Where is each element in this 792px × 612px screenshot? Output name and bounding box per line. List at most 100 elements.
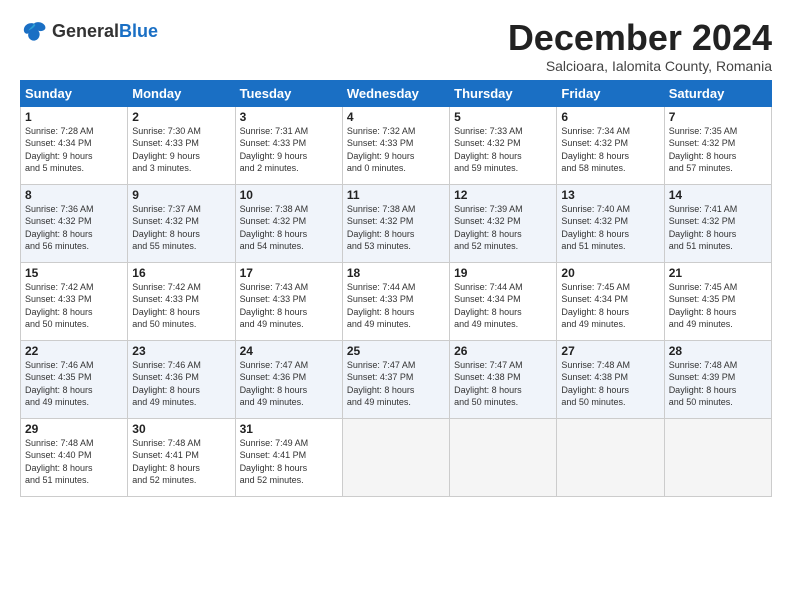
table-row: 24Sunrise: 7:47 AM Sunset: 4:36 PM Dayli… bbox=[235, 340, 342, 418]
day-info: Sunrise: 7:33 AM Sunset: 4:32 PM Dayligh… bbox=[454, 125, 552, 175]
calendar-title: December 2024 bbox=[508, 18, 772, 58]
day-info: Sunrise: 7:45 AM Sunset: 4:34 PM Dayligh… bbox=[561, 281, 659, 331]
day-number: 9 bbox=[132, 188, 230, 202]
table-row: 20Sunrise: 7:45 AM Sunset: 4:34 PM Dayli… bbox=[557, 262, 664, 340]
day-number: 4 bbox=[347, 110, 445, 124]
day-number: 19 bbox=[454, 266, 552, 280]
day-number: 24 bbox=[240, 344, 338, 358]
logo: GeneralBlue bbox=[20, 18, 158, 46]
day-number: 18 bbox=[347, 266, 445, 280]
table-row: 31Sunrise: 7:49 AM Sunset: 4:41 PM Dayli… bbox=[235, 418, 342, 496]
table-row: 22Sunrise: 7:46 AM Sunset: 4:35 PM Dayli… bbox=[21, 340, 128, 418]
day-number: 11 bbox=[347, 188, 445, 202]
logo-blue-text: Blue bbox=[119, 21, 158, 41]
day-number: 16 bbox=[132, 266, 230, 280]
day-number: 27 bbox=[561, 344, 659, 358]
title-block: December 2024 Salcioara, Ialomita County… bbox=[508, 18, 772, 74]
day-number: 20 bbox=[561, 266, 659, 280]
day-number: 21 bbox=[669, 266, 767, 280]
day-info: Sunrise: 7:45 AM Sunset: 4:35 PM Dayligh… bbox=[669, 281, 767, 331]
table-row: 19Sunrise: 7:44 AM Sunset: 4:34 PM Dayli… bbox=[450, 262, 557, 340]
day-number: 29 bbox=[25, 422, 123, 436]
calendar-week-3: 15 Sunrise: 7:42 AM Sunset: 4:33 PM Dayli… bbox=[21, 262, 772, 340]
day-number: 31 bbox=[240, 422, 338, 436]
day-info: Sunrise: 7:30 AM Sunset: 4:33 PM Dayligh… bbox=[132, 125, 230, 175]
calendar-location: Salcioara, Ialomita County, Romania bbox=[508, 58, 772, 74]
day-info: Sunrise: 7:46 AM Sunset: 4:35 PM Dayligh… bbox=[25, 359, 123, 409]
table-row: 15Sunrise: 7:42 AM Sunset: 4:33 PM Dayli… bbox=[21, 262, 128, 340]
table-row: 21Sunrise: 7:45 AM Sunset: 4:35 PM Dayli… bbox=[664, 262, 771, 340]
header-monday: Monday bbox=[128, 80, 235, 106]
day-info: Sunrise: 7:44 AM Sunset: 4:34 PM Dayligh… bbox=[454, 281, 552, 331]
day-info: Sunrise: 7:34 AM Sunset: 4:32 PM Dayligh… bbox=[561, 125, 659, 175]
table-row: 12Sunrise: 7:39 AM Sunset: 4:32 PM Dayli… bbox=[450, 184, 557, 262]
day-number: 6 bbox=[561, 110, 659, 124]
day-info: Sunrise: 7:40 AM Sunset: 4:32 PM Dayligh… bbox=[561, 203, 659, 253]
calendar-container: GeneralBlue December 2024 Salcioara, Ial… bbox=[0, 0, 792, 507]
header: GeneralBlue December 2024 Salcioara, Ial… bbox=[20, 18, 772, 74]
logo-text: GeneralBlue bbox=[52, 22, 158, 42]
day-info: Sunrise: 7:46 AM Sunset: 4:36 PM Dayligh… bbox=[132, 359, 230, 409]
header-wednesday: Wednesday bbox=[342, 80, 449, 106]
table-row: 25Sunrise: 7:47 AM Sunset: 4:37 PM Dayli… bbox=[342, 340, 449, 418]
calendar-header-row: Sunday Monday Tuesday Wednesday Thursday… bbox=[21, 80, 772, 106]
day-number: 17 bbox=[240, 266, 338, 280]
day-number: 15 bbox=[25, 266, 123, 280]
day-info: Sunrise: 7:48 AM Sunset: 4:39 PM Dayligh… bbox=[669, 359, 767, 409]
day-info: Sunrise: 7:32 AM Sunset: 4:33 PM Dayligh… bbox=[347, 125, 445, 175]
day-number: 8 bbox=[25, 188, 123, 202]
table-row: 7Sunrise: 7:35 AM Sunset: 4:32 PM Daylig… bbox=[664, 106, 771, 184]
table-row: 27Sunrise: 7:48 AM Sunset: 4:38 PM Dayli… bbox=[557, 340, 664, 418]
table-row: 30Sunrise: 7:48 AM Sunset: 4:41 PM Dayli… bbox=[128, 418, 235, 496]
day-info: Sunrise: 7:37 AM Sunset: 4:32 PM Dayligh… bbox=[132, 203, 230, 253]
table-row: 26Sunrise: 7:47 AM Sunset: 4:38 PM Dayli… bbox=[450, 340, 557, 418]
logo-bird-icon bbox=[20, 18, 48, 46]
day-number: 25 bbox=[347, 344, 445, 358]
day-info: Sunrise: 7:47 AM Sunset: 4:37 PM Dayligh… bbox=[347, 359, 445, 409]
day-info: Sunrise: 7:47 AM Sunset: 4:38 PM Dayligh… bbox=[454, 359, 552, 409]
day-info: Sunrise: 7:48 AM Sunset: 4:41 PM Dayligh… bbox=[132, 437, 230, 487]
day-number: 10 bbox=[240, 188, 338, 202]
table-row bbox=[342, 418, 449, 496]
table-row: 17Sunrise: 7:43 AM Sunset: 4:33 PM Dayli… bbox=[235, 262, 342, 340]
day-number: 5 bbox=[454, 110, 552, 124]
table-row: 28Sunrise: 7:48 AM Sunset: 4:39 PM Dayli… bbox=[664, 340, 771, 418]
day-info: Sunrise: 7:49 AM Sunset: 4:41 PM Dayligh… bbox=[240, 437, 338, 487]
table-row: 14Sunrise: 7:41 AM Sunset: 4:32 PM Dayli… bbox=[664, 184, 771, 262]
table-row: 3Sunrise: 7:31 AM Sunset: 4:33 PM Daylig… bbox=[235, 106, 342, 184]
day-number: 7 bbox=[669, 110, 767, 124]
day-number: 30 bbox=[132, 422, 230, 436]
calendar-table: Sunday Monday Tuesday Wednesday Thursday… bbox=[20, 80, 772, 497]
calendar-week-4: 22Sunrise: 7:46 AM Sunset: 4:35 PM Dayli… bbox=[21, 340, 772, 418]
table-row bbox=[557, 418, 664, 496]
day-info: Sunrise: 7:36 AM Sunset: 4:32 PM Dayligh… bbox=[25, 203, 123, 253]
day-number: 2 bbox=[132, 110, 230, 124]
day-number: 12 bbox=[454, 188, 552, 202]
day-info: Sunrise: 7:28 AM Sunset: 4:34 PM Dayligh… bbox=[25, 125, 123, 175]
calendar-week-1: 1Sunrise: 7:28 AM Sunset: 4:34 PM Daylig… bbox=[21, 106, 772, 184]
table-row: 6Sunrise: 7:34 AM Sunset: 4:32 PM Daylig… bbox=[557, 106, 664, 184]
day-number: 22 bbox=[25, 344, 123, 358]
day-number: 23 bbox=[132, 344, 230, 358]
table-row: 29Sunrise: 7:48 AM Sunset: 4:40 PM Dayli… bbox=[21, 418, 128, 496]
table-row: 13Sunrise: 7:40 AM Sunset: 4:32 PM Dayli… bbox=[557, 184, 664, 262]
day-info: Sunrise: 7:39 AM Sunset: 4:32 PM Dayligh… bbox=[454, 203, 552, 253]
table-row: 18Sunrise: 7:44 AM Sunset: 4:33 PM Dayli… bbox=[342, 262, 449, 340]
header-thursday: Thursday bbox=[450, 80, 557, 106]
day-info: Sunrise: 7:43 AM Sunset: 4:33 PM Dayligh… bbox=[240, 281, 338, 331]
table-row: 11Sunrise: 7:38 AM Sunset: 4:32 PM Dayli… bbox=[342, 184, 449, 262]
header-friday: Friday bbox=[557, 80, 664, 106]
day-number: 3 bbox=[240, 110, 338, 124]
header-sunday: Sunday bbox=[21, 80, 128, 106]
table-row bbox=[450, 418, 557, 496]
day-info: Sunrise: 7:31 AM Sunset: 4:33 PM Dayligh… bbox=[240, 125, 338, 175]
day-number: 13 bbox=[561, 188, 659, 202]
day-info: Sunrise: 7:42 AM Sunset: 4:33 PM Dayligh… bbox=[132, 281, 230, 331]
table-row: 2Sunrise: 7:30 AM Sunset: 4:33 PM Daylig… bbox=[128, 106, 235, 184]
calendar-week-2: 8Sunrise: 7:36 AM Sunset: 4:32 PM Daylig… bbox=[21, 184, 772, 262]
day-info: Sunrise: 7:48 AM Sunset: 4:38 PM Dayligh… bbox=[561, 359, 659, 409]
table-row: 1Sunrise: 7:28 AM Sunset: 4:34 PM Daylig… bbox=[21, 106, 128, 184]
header-tuesday: Tuesday bbox=[235, 80, 342, 106]
table-row bbox=[664, 418, 771, 496]
day-info: Sunrise: 7:38 AM Sunset: 4:32 PM Dayligh… bbox=[347, 203, 445, 253]
